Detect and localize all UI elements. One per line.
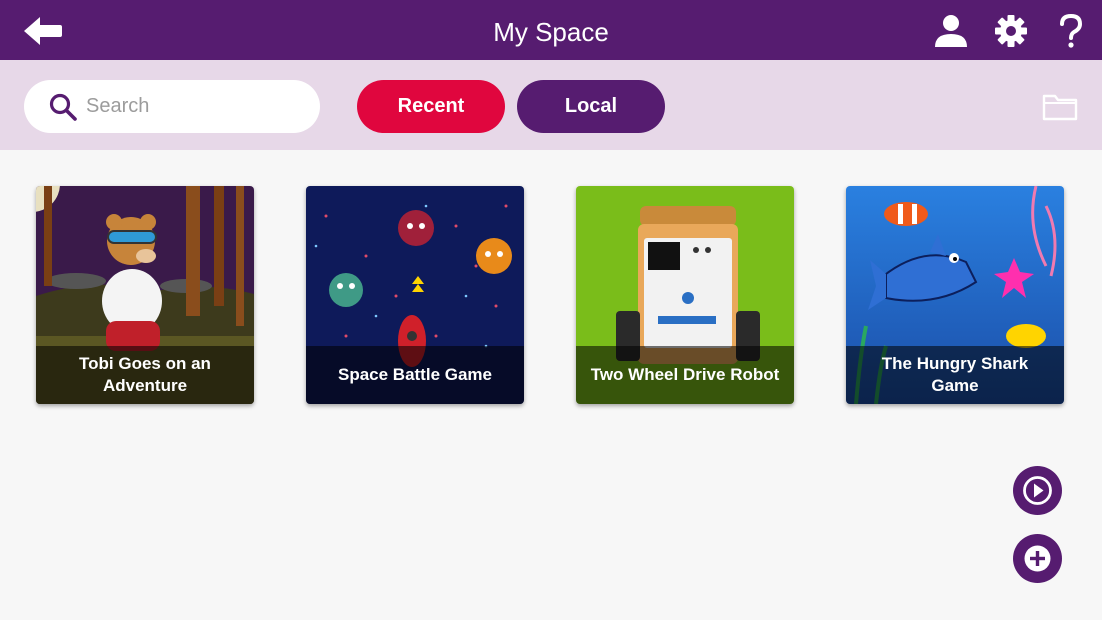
run-button[interactable] [1013, 466, 1062, 515]
app-header: My Space [0, 0, 1102, 60]
project-card-space-battle[interactable]: Space Battle Game [306, 186, 524, 404]
search-input[interactable] [86, 88, 306, 125]
project-title: Two Wheel Drive Robot [576, 346, 794, 404]
play-icon [1023, 476, 1052, 505]
tab-recent[interactable]: Recent [357, 80, 505, 133]
back-arrow-icon [24, 17, 62, 45]
settings-button[interactable] [994, 14, 1028, 48]
project-title: The Hungry Shark Game [846, 346, 1064, 404]
plus-icon [1024, 545, 1051, 572]
user-icon [935, 15, 967, 47]
project-card-shark[interactable]: The Hungry Shark Game [846, 186, 1064, 404]
tab-local[interactable]: Local [517, 80, 665, 133]
project-card-robot[interactable]: Two Wheel Drive Robot [576, 186, 794, 404]
add-project-button[interactable] [1013, 534, 1062, 583]
account-button[interactable] [934, 14, 968, 48]
open-folder-button[interactable] [1042, 93, 1078, 121]
toolbar: Recent Local [0, 60, 1102, 150]
back-button[interactable] [22, 14, 64, 48]
gear-icon [995, 15, 1027, 47]
project-card-tobi[interactable]: Tobi Goes on an Adventure [36, 186, 254, 404]
project-title: Tobi Goes on an Adventure [36, 346, 254, 404]
folder-icon [1042, 94, 1078, 121]
project-title: Space Battle Game [306, 346, 524, 404]
help-button[interactable] [1056, 13, 1086, 48]
help-icon [1060, 13, 1083, 48]
search-icon [49, 93, 77, 121]
search-box[interactable] [24, 80, 320, 133]
